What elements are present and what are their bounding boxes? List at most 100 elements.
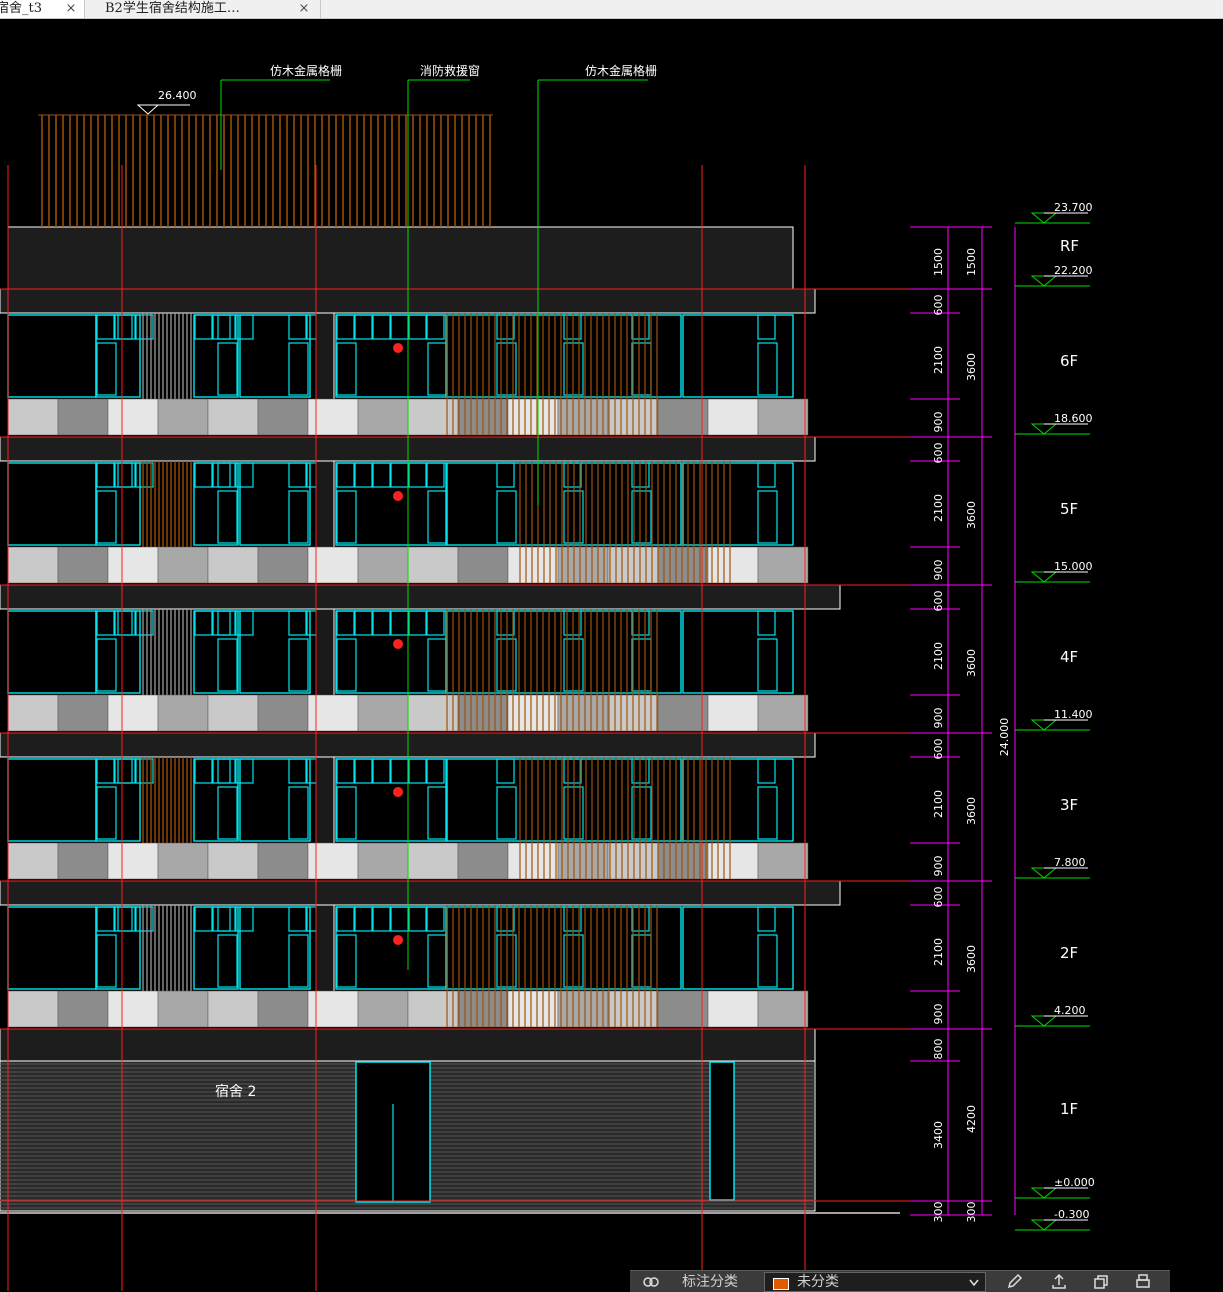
dim-mid-text: 3600 — [965, 797, 978, 825]
drawing-canvas[interactable]: 1500 600 2100 900 600 2100 900 600 2100 900 600 210… — [0, 19, 1223, 1291]
window-pane — [496, 906, 515, 932]
wall-tile — [707, 694, 759, 732]
dim-inner-text: 2100 — [932, 642, 945, 670]
annotation-scale-icon[interactable] — [642, 1273, 660, 1290]
window-pane — [372, 906, 391, 932]
dim-inner-text: 900 — [932, 1004, 945, 1025]
wall-tile — [357, 990, 409, 1028]
wall-tile — [407, 398, 459, 436]
level-marker — [1030, 1187, 1058, 1199]
window-frame — [7, 462, 97, 546]
window-pane — [408, 906, 427, 932]
window-frame — [239, 314, 311, 398]
chevron-down-icon — [969, 1279, 979, 1287]
edit-icon[interactable] — [1006, 1273, 1024, 1290]
window-pane — [390, 906, 409, 932]
export-icon[interactable] — [1050, 1273, 1068, 1290]
floor-label: 3F — [1060, 796, 1078, 814]
window-frame — [193, 462, 239, 546]
window-pane — [426, 758, 445, 784]
wall-tile — [457, 842, 509, 880]
window-frame — [193, 314, 239, 398]
window-sash — [288, 786, 309, 840]
wall-tile — [357, 842, 409, 880]
window-pane — [496, 610, 515, 636]
wall-tile — [7, 842, 59, 880]
window-frame — [7, 758, 97, 842]
window-pane — [757, 610, 776, 636]
wall-tile — [57, 398, 109, 436]
window-sash — [757, 342, 778, 396]
wall-tile — [757, 546, 809, 584]
window-pane — [288, 314, 307, 340]
dim-inner-text: 2100 — [932, 494, 945, 522]
wall-tile — [357, 546, 409, 584]
tab-label: 宿舍_t3 — [0, 1, 42, 16]
layer-dropdown[interactable]: 未分类 — [764, 1272, 986, 1292]
wall-tile — [757, 398, 809, 436]
window-pane — [354, 906, 373, 932]
elevation-drawing: 1500 600 2100 900 600 2100 900 600 2100 900 600 210… — [0, 63, 1095, 1291]
window-pane — [336, 462, 355, 488]
window-pane — [426, 610, 445, 636]
wall-tile — [257, 990, 309, 1028]
roof-parapet — [7, 226, 794, 290]
wall-tile — [207, 546, 259, 584]
level-marker — [1030, 571, 1058, 583]
level-elevation: 23.700 — [1054, 201, 1093, 214]
wall-tile — [107, 546, 159, 584]
top-level-marker — [136, 104, 160, 115]
window-sash — [217, 638, 238, 692]
wall-tile — [257, 398, 309, 436]
wall-tile — [157, 842, 209, 880]
wall-tile — [257, 546, 309, 584]
window-sash — [631, 342, 652, 396]
floor-slab — [0, 584, 841, 610]
window-pane — [408, 314, 427, 340]
tab-drawing-t3[interactable]: 宿舍_t3 × — [0, 0, 85, 18]
wall-tile — [657, 398, 709, 436]
window-sash — [757, 638, 778, 692]
annotation-category-label: 标注分类 — [682, 1274, 738, 1290]
print-icon[interactable] — [1134, 1273, 1152, 1290]
floor-band — [0, 880, 841, 1028]
window-pane — [631, 906, 650, 932]
window-pane — [372, 610, 391, 636]
window-sash — [427, 490, 448, 544]
window-pane — [194, 462, 213, 488]
leader-line — [407, 79, 470, 970]
wall-tile — [157, 398, 209, 436]
level-elevation: -0.300 — [1054, 1208, 1089, 1221]
window-pane — [390, 462, 409, 488]
floor-label: 6F — [1060, 352, 1078, 370]
wall-tile — [407, 546, 459, 584]
floor-band — [0, 584, 841, 732]
close-icon[interactable]: × — [297, 0, 311, 18]
close-icon[interactable]: × — [64, 0, 78, 18]
dim-inner-text: 900 — [932, 856, 945, 877]
window-pane — [194, 314, 213, 340]
wall-tile — [757, 990, 809, 1028]
fire-window-marker — [393, 787, 403, 797]
layer-value: 未分类 — [797, 1274, 839, 1290]
tab-structure-drawing[interactable]: B2学生宿舍结构施工… × — [91, 0, 321, 18]
copy-icon[interactable] — [1092, 1273, 1110, 1290]
window-sash — [217, 490, 238, 544]
wall-tile — [357, 398, 409, 436]
window-pane — [354, 462, 373, 488]
dim-inner-text: 600 — [932, 295, 945, 316]
dim-inner-text: 2100 — [932, 938, 945, 966]
level-marker — [1030, 867, 1058, 879]
window-frame — [193, 610, 239, 694]
wall-tile — [57, 842, 109, 880]
wall-tile — [507, 990, 559, 1028]
window-frame — [239, 758, 311, 842]
dim-mid-text: 1500 — [965, 248, 978, 276]
window-pane — [390, 758, 409, 784]
total-height-dim: 24.000 — [998, 718, 1011, 757]
window-pane — [212, 314, 231, 340]
window-pane — [354, 758, 373, 784]
window-frame — [239, 906, 311, 990]
window-pane — [336, 610, 355, 636]
floor-slab — [0, 880, 841, 906]
